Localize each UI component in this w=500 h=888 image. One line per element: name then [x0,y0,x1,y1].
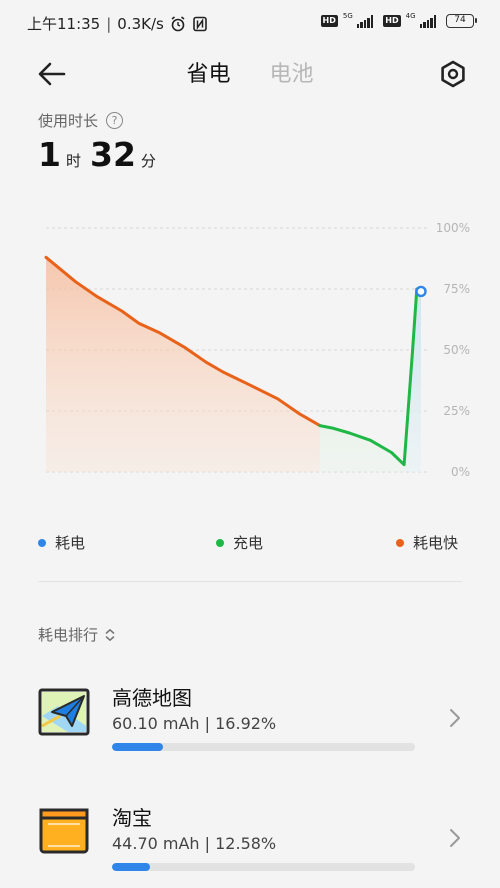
usage-progress-taobao [112,863,415,871]
status-right: HD 5G HD 4G 74 [320,12,477,28]
status-left: 上午11:35 | 0.3K/s [27,13,208,34]
legend-dot-green [216,538,224,547]
usage-label: 使用时长 [38,112,99,130]
battery-level: 74 [454,15,466,25]
y-tick-label: 50% [443,343,470,357]
amap-icon [38,688,90,736]
battery-chart-svg: 100% 75% 50% 25% 0% [44,221,470,479]
usage-duration: 1 时 32 分 [38,135,165,174]
y-tick-label: 25% [443,404,470,418]
signal-bars-icon [419,14,436,28]
chart-legend: 耗电 充电 耗电快 [0,532,500,554]
hd-badge-2: HD [383,15,401,27]
nfc-icon [193,16,207,31]
chevron-updown-icon [105,628,115,641]
y-tick-label: 0% [451,465,470,479]
legend-dot-orange [396,538,404,547]
legend-item-fast-drain: 耗电快 [396,532,458,553]
app-name-amap: 高德地图 [112,686,192,710]
battery-chart: 100% 75% 50% 25% 0% [0,200,500,500]
usage-progress-fill-taobao [112,863,151,871]
status-separator: | [106,14,112,33]
usage-hours: 1 [38,135,61,174]
chevron-right-icon [450,829,460,847]
taobao-icon [39,808,89,854]
hd-badge-1: HD [320,15,338,27]
legend-dot-blue [38,538,46,547]
battery-icon: 74 [446,14,477,28]
status-bar: 上午11:35 | 0.3K/s HD 5G HD 4G 74 [0,0,500,48]
app-row-taobao[interactable]: 淘宝 44.70 mAh | 12.58% [0,790,500,888]
tab-bar: 省电 电池 [0,56,500,88]
usage-minutes: 32 [89,135,136,174]
network-4g-label: 4G [405,12,416,20]
help-icon[interactable]: ? [106,112,124,129]
tab-battery[interactable]: 电池 [270,56,314,88]
usage-hours-unit: 时 [65,152,81,170]
usage-progress-fill-amap [112,743,164,751]
network-5g-label: 5G [342,12,353,20]
divider [38,581,462,582]
tab-power-saving[interactable]: 省电 [186,56,230,88]
rank-sort-toggle[interactable]: 耗电排行 [38,624,116,645]
usage-progress-amap [112,743,415,751]
legend-item-charging: 充电 [216,532,263,553]
app-name-taobao: 淘宝 [112,806,152,830]
app-usage-amap: 60.10 mAh | 16.92% [112,714,277,733]
app-row-amap[interactable]: 高德地图 60.10 mAh | 16.92% [0,670,500,770]
header: 省电 电池 [0,50,500,98]
usage-label-row: 使用时长 ? [38,110,124,131]
alarm-icon [171,15,185,31]
legend-label-fast-drain: 耗电快 [413,534,459,552]
legend-label-charging: 充电 [233,534,264,552]
rank-label: 耗电排行 [38,626,99,644]
y-tick-label: 75% [443,282,470,296]
status-time: 上午11:35 [27,15,101,33]
y-tick-label: 100% [436,221,470,235]
chevron-right-icon [450,709,460,727]
signal-bars-icon [356,14,374,28]
settings-icon[interactable] [438,59,468,89]
app-usage-taobao: 44.70 mAh | 12.58% [112,834,277,853]
legend-label-power: 耗电 [55,534,86,552]
usage-minutes-unit: 分 [140,152,156,170]
status-speed: 0.3K/s [117,14,164,33]
legend-item-power: 耗电 [38,532,85,553]
current-point-marker [415,285,427,298]
